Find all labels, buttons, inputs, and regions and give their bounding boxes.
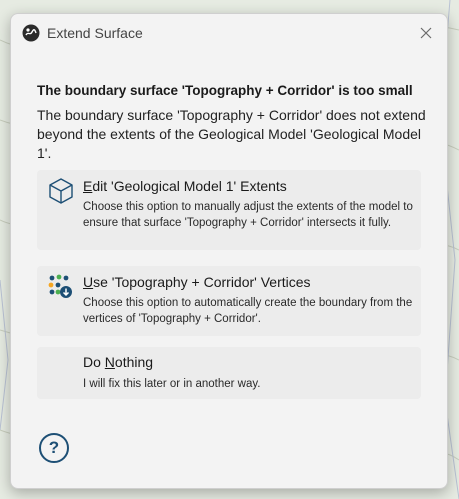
option-edit-extents-title: Edit 'Geological Model 1' Extents: [83, 178, 287, 194]
help-button[interactable]: ?: [39, 433, 69, 463]
option-edit-extents-description: Choose this option to manually adjust th…: [83, 201, 413, 229]
window-title: Extend Surface: [47, 25, 143, 41]
option-use-vertices[interactable]: Use 'Topography + Corridor' Vertices Cho…: [37, 266, 421, 336]
option-do-nothing-description: I will fix this later or in another way.: [83, 378, 261, 390]
vertices-icon: [48, 274, 72, 298]
dialog-heading: The boundary surface 'Topography + Corri…: [37, 83, 413, 98]
dialog-message: The boundary surface 'Topography + Corri…: [37, 107, 426, 161]
title-bar: Extend Surface: [11, 14, 447, 52]
option-do-nothing-title: Do Nothing: [83, 354, 153, 370]
option-edit-extents[interactable]: Edit 'Geological Model 1' Extents Choose…: [37, 170, 421, 250]
mnemonic-e: E: [83, 178, 93, 194]
extend-surface-dialog: Extend Surface The boundary surface 'Top…: [10, 13, 448, 489]
option-do-nothing[interactable]: Do Nothing I will fix this later or in a…: [37, 347, 421, 399]
cube-icon: [49, 178, 73, 204]
app-logo-icon: [22, 24, 40, 42]
option-use-vertices-title: Use 'Topography + Corridor' Vertices: [83, 274, 311, 290]
option-title-prefix: Do: [83, 354, 105, 370]
close-button[interactable]: [413, 20, 439, 46]
mnemonic-n: N: [104, 354, 115, 370]
close-icon: [420, 27, 432, 39]
help-icon: ?: [48, 438, 60, 457]
mnemonic-u: U: [83, 274, 94, 290]
option-title-text: se 'Topography + Corridor' Vertices: [93, 274, 311, 290]
option-title-text: dit 'Geological Model 1' Extents: [92, 178, 287, 194]
option-title-text: othing: [114, 354, 154, 370]
option-use-vertices-description: Choose this option to automatically crea…: [83, 297, 413, 325]
